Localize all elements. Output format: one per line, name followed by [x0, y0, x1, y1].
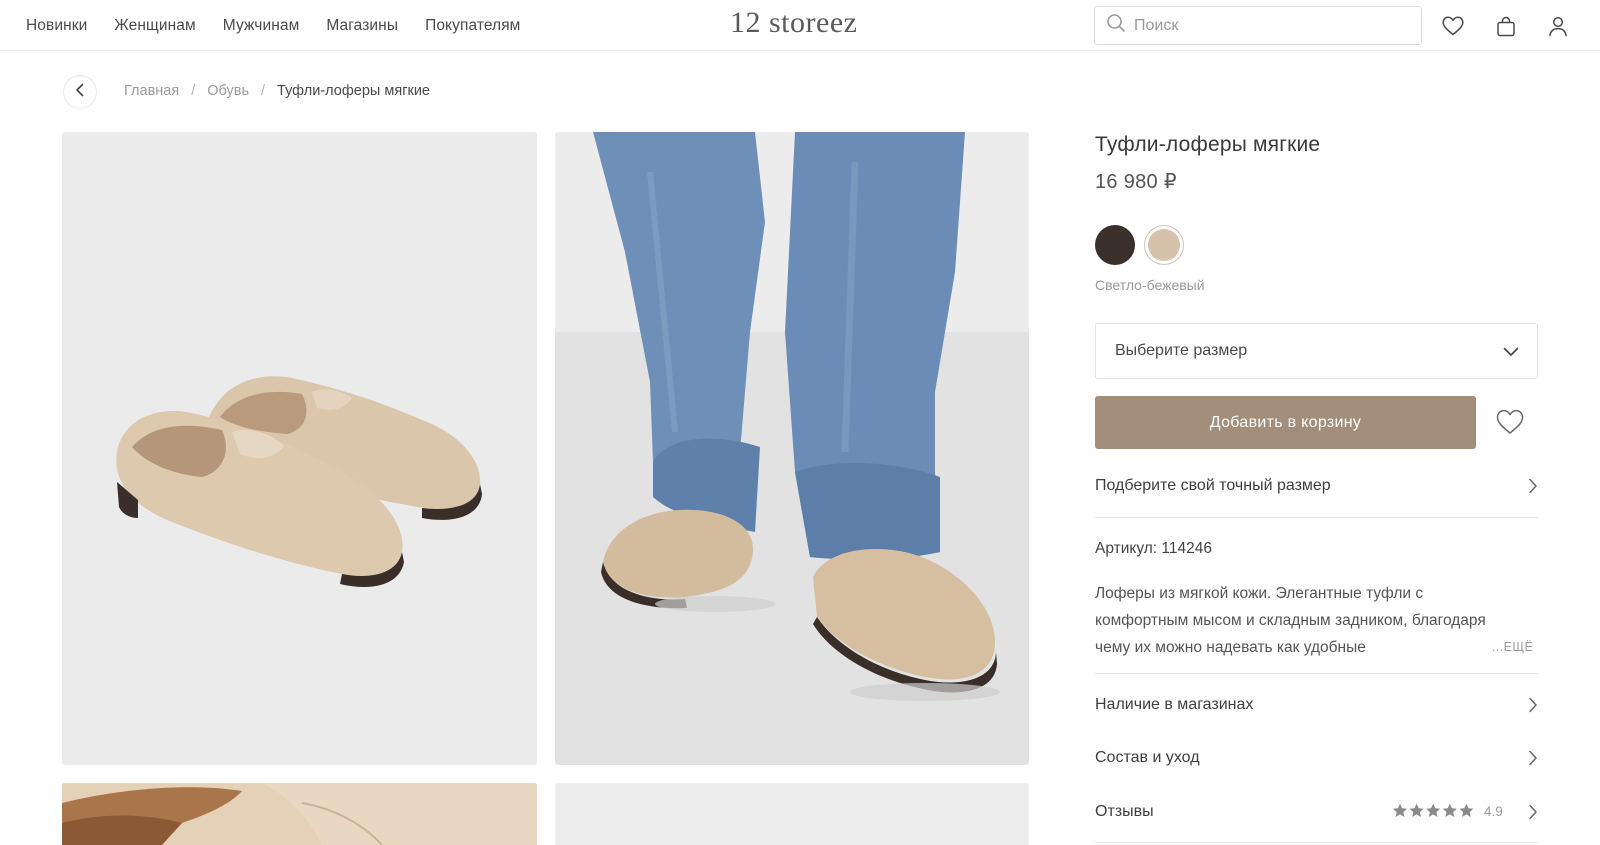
color-swatch-dark-brown[interactable]	[1095, 225, 1135, 265]
loafers-with-jeans-image	[555, 132, 1029, 765]
chevron-right-icon	[1528, 478, 1538, 499]
size-fit-label: Подберите свой точный размер	[1095, 477, 1331, 494]
product-sku: Артикул: 114246	[1095, 540, 1212, 557]
reviews-label: Отзывы	[1095, 803, 1154, 820]
composition-care-row[interactable]: Состав и уход	[1095, 738, 1538, 778]
size-select[interactable]: Выберите размер	[1095, 323, 1538, 379]
nav-link-new[interactable]: Новинки	[26, 17, 87, 35]
breadcrumb-shoes[interactable]: Обувь	[207, 83, 249, 99]
rating-stars	[1392, 803, 1476, 819]
composition-care-label: Состав и уход	[1095, 749, 1200, 766]
product-title: Туфли-лоферы мягкие	[1095, 133, 1321, 156]
chevron-left-icon	[75, 83, 85, 102]
breadcrumb-separator: /	[261, 83, 266, 99]
color-swatch-light-beige[interactable]	[1144, 225, 1184, 265]
size-fit-link[interactable]: Подберите свой точный размер	[1095, 466, 1538, 506]
product-photo-3[interactable]	[62, 783, 537, 845]
add-to-cart-button[interactable]: Добавить в корзину	[1095, 396, 1476, 449]
site-logo[interactable]: 12 storeez	[730, 6, 857, 40]
product-photo-1[interactable]	[62, 132, 537, 765]
rating-value: 4.9	[1484, 804, 1503, 819]
breadcrumb-separator: /	[191, 83, 196, 99]
heart-icon[interactable]	[1441, 14, 1465, 38]
swatch-fill	[1148, 229, 1180, 261]
breadcrumb: Главная / Обувь / Туфли-лоферы мягкие	[124, 83, 430, 99]
breadcrumb-current: Туфли-лоферы мягкие	[277, 83, 430, 99]
nav-link-stores[interactable]: Магазины	[326, 17, 398, 35]
search-box[interactable]	[1094, 6, 1422, 45]
search-icon	[1106, 13, 1126, 38]
bag-icon[interactable]	[1494, 14, 1518, 38]
site-header: Новинки Женщинам Мужчинам Магазины Покуп…	[0, 0, 1600, 51]
nav-link-women[interactable]: Женщинам	[114, 17, 195, 35]
breadcrumb-home[interactable]: Главная	[124, 83, 179, 99]
size-select-placeholder: Выберите размер	[1115, 342, 1248, 359]
user-icon[interactable]	[1546, 14, 1570, 38]
nav-link-customers[interactable]: Покупателям	[425, 17, 520, 35]
divider	[1095, 517, 1538, 518]
chevron-right-icon	[1528, 750, 1538, 771]
loafers-pair-image	[62, 132, 537, 765]
search-input[interactable]	[1134, 16, 1404, 35]
nav-link-men[interactable]: Мужчинам	[223, 17, 300, 35]
star-icon	[1393, 803, 1474, 817]
add-to-favorites-heart-icon[interactable]	[1496, 409, 1526, 437]
store-availability-label: Наличие в магазинах	[1095, 696, 1254, 713]
store-availability-row[interactable]: Наличие в магазинах	[1095, 685, 1538, 725]
chevron-right-icon	[1528, 697, 1538, 718]
back-button[interactable]	[63, 75, 97, 109]
read-more-link[interactable]: ...ЕЩЁ	[1486, 640, 1534, 654]
product-photo-4[interactable]	[555, 783, 1029, 845]
product-price: 16 980 ₽	[1095, 171, 1177, 193]
chevron-down-icon	[1503, 344, 1519, 362]
loafer-closeup-image	[62, 783, 537, 845]
product-description: Лоферы из мягкой кожи. Элегантные туфли …	[1095, 585, 1486, 656]
selected-color-label: Светло-бежевый	[1095, 277, 1205, 293]
divider	[1095, 842, 1538, 843]
product-photo-2[interactable]	[555, 132, 1029, 765]
main-nav: Новинки Женщинам Мужчинам Магазины Покуп…	[26, 0, 547, 51]
divider	[1095, 673, 1538, 674]
chevron-right-icon	[1528, 804, 1538, 825]
